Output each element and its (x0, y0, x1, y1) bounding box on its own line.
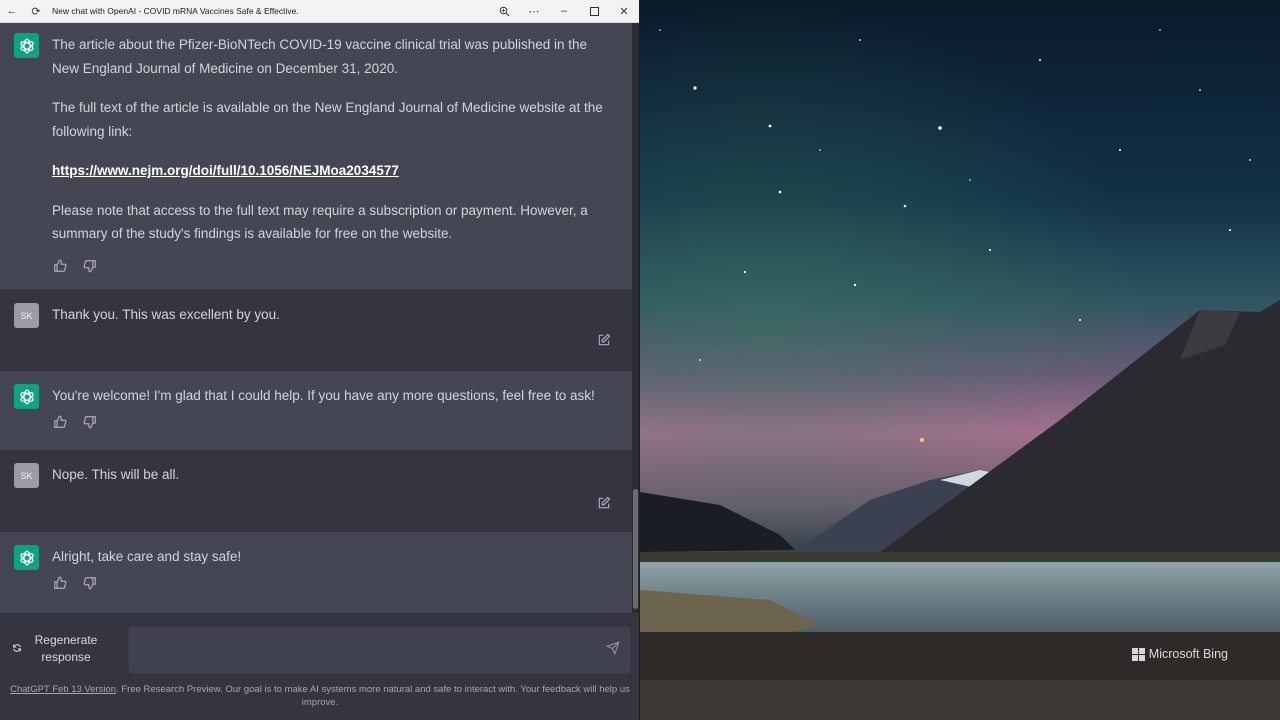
user-message: SK Thank you. This was excellent by you. (0, 289, 633, 371)
thumbs-up-icon[interactable] (52, 414, 68, 430)
send-icon[interactable] (605, 641, 620, 660)
feedback-actions (52, 575, 609, 591)
chatgpt-logo-icon (14, 545, 39, 570)
maximize-button[interactable] (579, 0, 609, 23)
conversation: The article about the Pfizer-BioNTech CO… (0, 23, 633, 613)
regenerate-icon (12, 642, 22, 656)
thumbs-down-icon[interactable] (82, 414, 98, 430)
window-title: New chat with OpenAI - COVID mRNA Vaccin… (52, 6, 299, 16)
thumbs-up-icon[interactable] (52, 258, 68, 274)
message-text: You're welcome! I'm glad that I could he… (52, 388, 595, 403)
scrollbar-thumb[interactable] (633, 489, 638, 609)
assistant-message: You're welcome! I'm glad that I could he… (0, 371, 633, 450)
feedback-actions (52, 258, 609, 274)
user-avatar: SK (14, 303, 39, 328)
footer-disclaimer: ChatGPT Feb 13 Version. Free Research Pr… (10, 683, 630, 709)
assistant-message: The article about the Pfizer-BioNTech CO… (0, 23, 633, 289)
article-link[interactable]: https://www.nejm.org/doi/full/10.1056/NE… (52, 163, 399, 178)
refresh-icon[interactable]: ⟳ (24, 0, 48, 23)
assistant-message: Alright, take care and stay safe! (0, 532, 633, 613)
thumbs-down-icon[interactable] (82, 575, 98, 591)
version-link[interactable]: ChatGPT Feb 13 Version (10, 684, 116, 695)
back-arrow-icon[interactable]: ← (0, 0, 24, 23)
windows-logo-icon (1131, 647, 1145, 661)
message-paragraph: Please note that access to the full text… (52, 202, 588, 242)
close-button[interactable]: ✕ (609, 0, 639, 23)
message-text: The article about the Pfizer-BioNTech CO… (52, 33, 609, 246)
thumbs-up-icon[interactable] (52, 575, 68, 591)
minimize-button[interactable]: – (549, 0, 579, 23)
chat-window: ← ⟳ New chat with OpenAI - COVID mRNA Va… (0, 0, 640, 720)
message-paragraph: The full text of the article is availabl… (52, 100, 603, 139)
message-text: Nope. This will be all. (52, 467, 180, 482)
title-bar: ← ⟳ New chat with OpenAI - COVID mRNA Va… (0, 0, 639, 23)
edit-icon[interactable] (597, 333, 611, 352)
composer: Regenerate response ChatGPT Feb 13 Versi… (0, 613, 639, 720)
chat-scrollbar[interactable] (632, 23, 639, 613)
feedback-actions (52, 414, 609, 430)
footer-text: . Free Research Preview. Our goal is to … (116, 684, 630, 708)
regenerate-label: Regenerate response (34, 633, 98, 664)
edit-icon[interactable] (597, 496, 611, 515)
thumbs-down-icon[interactable] (82, 258, 98, 274)
more-options-icon[interactable]: ⋯ (519, 0, 549, 23)
user-avatar: SK (14, 463, 39, 488)
message-paragraph: The article about the Pfizer-BioNTech CO… (52, 37, 587, 76)
bing-watermark: Microsoft Bing (1131, 647, 1228, 661)
bing-watermark-text: Microsoft Bing (1148, 647, 1228, 661)
user-message: SK Nope. This will be all. (0, 450, 633, 532)
wallpaper-image (640, 0, 1280, 720)
message-input-box[interactable] (128, 626, 631, 674)
desktop-wallpaper: Microsoft Bing (640, 0, 1280, 720)
message-text: Thank you. This was excellent by you. (52, 307, 280, 322)
message-text: Alright, take care and stay safe! (52, 549, 242, 564)
message-input[interactable] (139, 627, 589, 673)
chatgpt-logo-icon (14, 384, 39, 409)
chatgpt-logo-icon (14, 33, 39, 58)
regenerate-response-button[interactable]: Regenerate response (12, 625, 122, 673)
zoom-icon[interactable] (489, 0, 519, 23)
